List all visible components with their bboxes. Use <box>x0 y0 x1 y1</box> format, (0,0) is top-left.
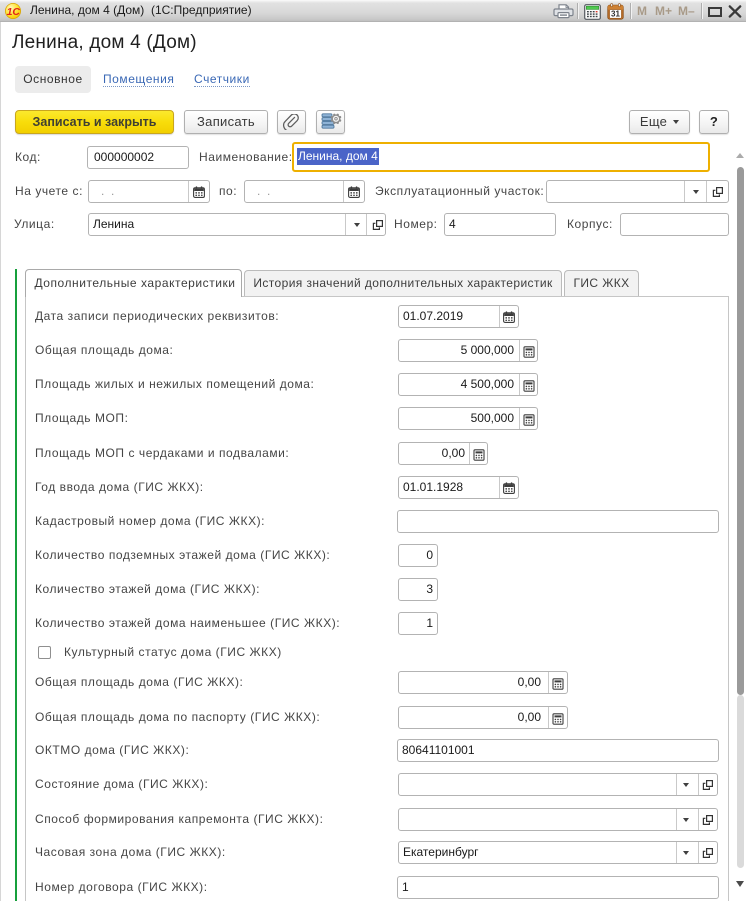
svg-text:1С: 1С <box>7 6 21 18</box>
svg-text:31: 31 <box>611 10 620 19</box>
